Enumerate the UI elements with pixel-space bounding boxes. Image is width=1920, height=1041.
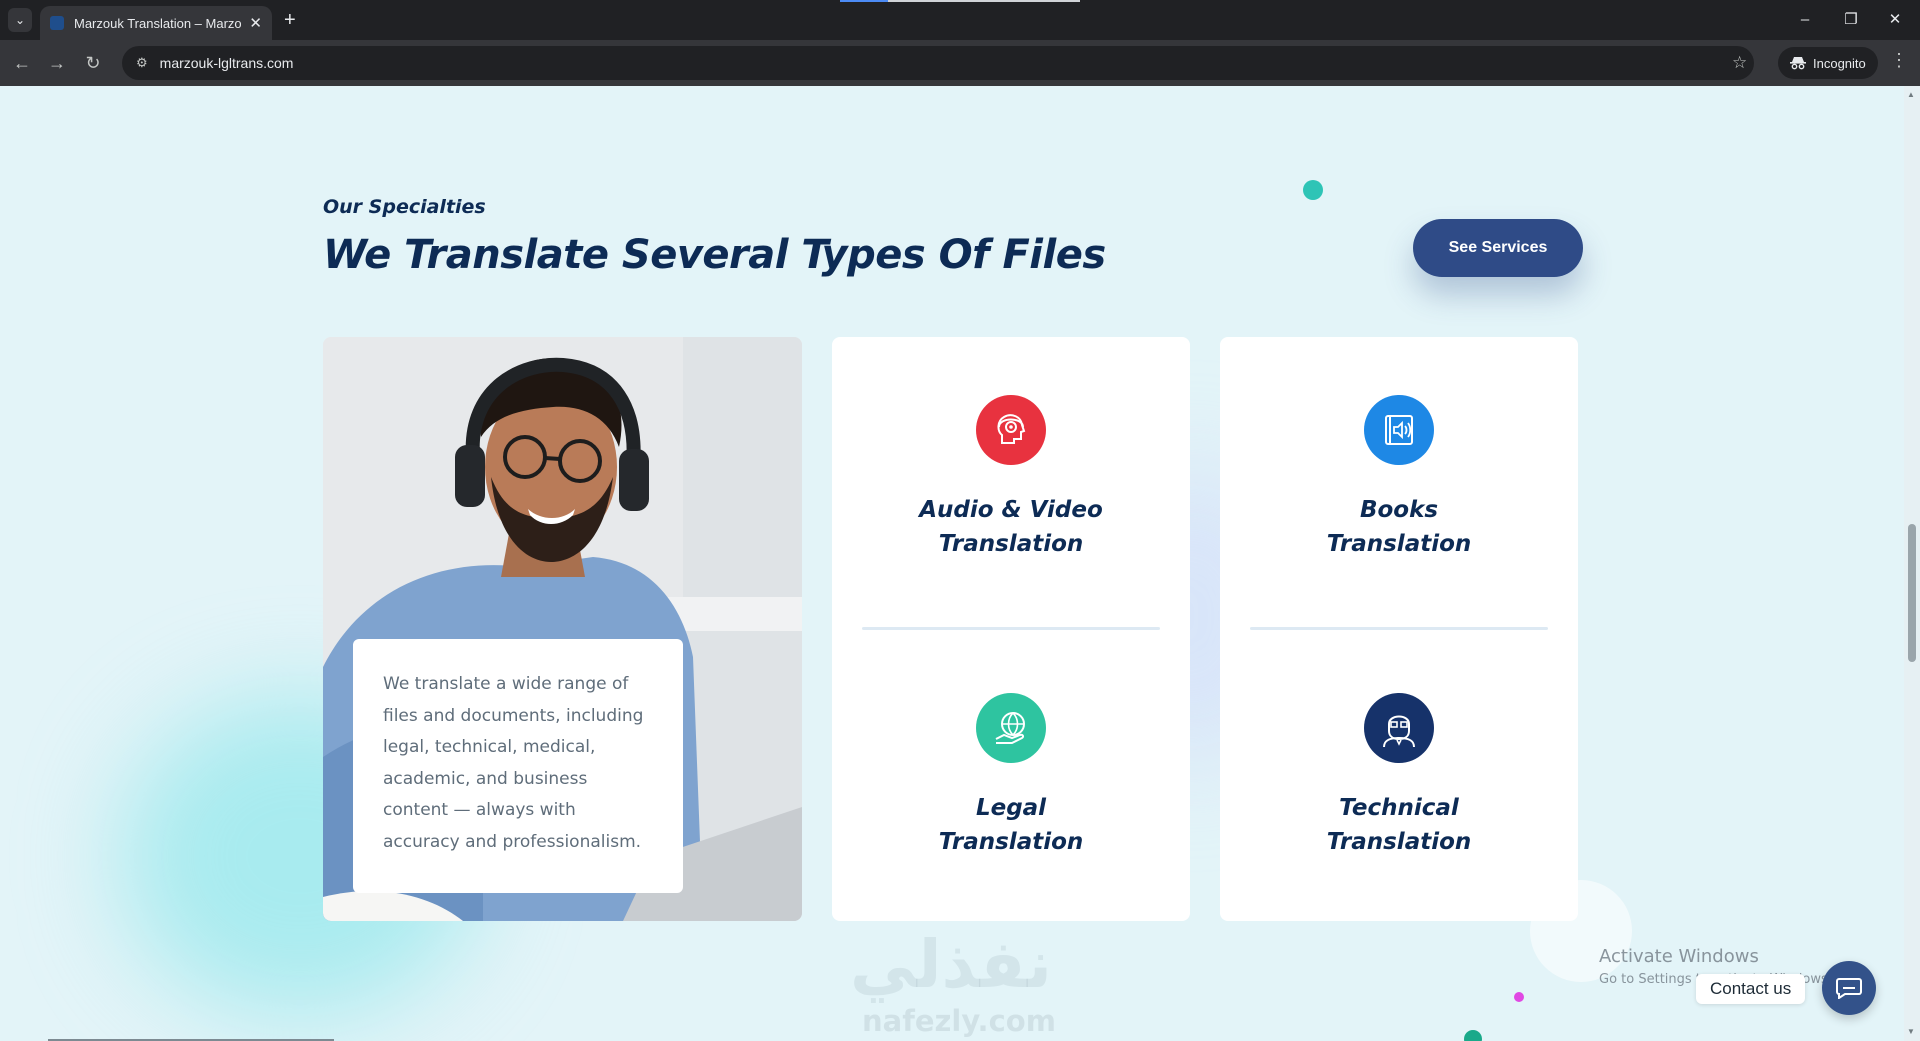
forward-button[interactable]: →	[45, 52, 69, 74]
new-tab-button[interactable]: +	[284, 8, 296, 32]
chat-button[interactable]	[1822, 961, 1876, 1015]
incognito-label: Incognito	[1813, 55, 1866, 71]
chat-bubble-icon	[1836, 978, 1862, 999]
close-tab-icon[interactable]: ✕	[249, 14, 262, 32]
site-watermark-arabic: نفذلي	[850, 926, 1052, 1003]
back-button[interactable]: ←	[10, 52, 34, 74]
description-card: We translate a wide range of files and d…	[353, 639, 683, 893]
active-tab[interactable]: Marzouk Translation – Marzouk ✕	[40, 6, 272, 40]
url-text: marzouk-lgltrans.com	[159, 55, 294, 71]
service-legal[interactable]: Legal Translation	[832, 693, 1190, 859]
decorative-dot	[1514, 992, 1524, 1002]
service-title-line2: Translation	[938, 531, 1084, 557]
description-text: We translate a wide range of files and d…	[383, 674, 644, 852]
chevron-down-icon: ⌄	[14, 13, 26, 27]
translator-photo: We translate a wide range of files and d…	[323, 337, 802, 921]
browser-toolbar: ← → ↻ ⚙ marzouk-lgltrans.com ☆ Incognito…	[0, 40, 1920, 86]
technician-icon	[1364, 693, 1434, 763]
scroll-thumb[interactable]	[1908, 524, 1916, 662]
card-divider	[1250, 627, 1548, 630]
bookmark-star-icon[interactable]: ☆	[1732, 53, 1747, 73]
incognito-badge[interactable]: Incognito	[1778, 47, 1878, 79]
address-bar[interactable]: ⚙ marzouk-lgltrans.com	[122, 46, 1754, 80]
minimize-button[interactable]: –	[1782, 6, 1828, 34]
decorative-dot	[1464, 1030, 1482, 1041]
service-title-line2: Translation	[1326, 531, 1472, 557]
restore-button[interactable]: ❐	[1828, 6, 1874, 34]
headphones-head-icon	[976, 395, 1046, 465]
tab-search-button[interactable]: ⌄	[8, 8, 32, 32]
site-info-icon[interactable]: ⚙	[136, 55, 148, 71]
contact-us-label[interactable]: Contact us	[1696, 974, 1806, 1004]
service-card-left: Audio & Video Translation Legal Translat…	[832, 337, 1190, 921]
service-technical[interactable]: Technical Translation	[1220, 693, 1578, 859]
browser-menu-icon[interactable]: ⋮	[1890, 50, 1908, 71]
decorative-dot	[1303, 180, 1323, 200]
service-title-line1: Books	[1359, 497, 1439, 523]
site-favicon-icon	[50, 16, 64, 30]
close-window-button[interactable]: ✕	[1872, 6, 1918, 34]
tab-title: Marzouk Translation – Marzouk	[74, 15, 242, 31]
incognito-icon	[1790, 57, 1806, 70]
service-title-line1: Audio & Video	[919, 497, 1103, 523]
service-title-line1: Legal	[975, 795, 1047, 821]
service-books[interactable]: Books Translation	[1220, 395, 1578, 561]
service-card-right: Books Translation Technical Translation	[1220, 337, 1578, 921]
service-title-line1: Technical	[1339, 795, 1459, 821]
site-watermark-latin: nafezly.com	[862, 1004, 1056, 1038]
page-scrollbar[interactable]: ▲ ▼	[1904, 86, 1920, 1041]
page-viewport: Our Specialties We Translate Several Typ…	[0, 86, 1904, 1041]
service-title-line2: Translation	[938, 829, 1084, 855]
audiobook-icon	[1364, 395, 1434, 465]
reload-button[interactable]: ↻	[81, 52, 105, 74]
windows-activation-title: Activate Windows	[1599, 946, 1759, 967]
service-audio-video[interactable]: Audio & Video Translation	[832, 395, 1190, 561]
service-title-line2: Translation	[1326, 829, 1472, 855]
section-eyebrow: Our Specialties	[323, 196, 486, 218]
see-services-button[interactable]: See Services	[1413, 219, 1583, 277]
browser-tab-strip: ⌄ Marzouk Translation – Marzouk ✕ + – ❐ …	[0, 0, 1920, 40]
globe-hand-icon	[976, 693, 1046, 763]
card-divider	[862, 627, 1160, 630]
section-title: We Translate Several Types Of Files	[323, 232, 1106, 278]
scroll-up-arrow-icon[interactable]: ▲	[1907, 90, 1915, 99]
loading-indicator	[840, 0, 1080, 2]
scroll-down-arrow-icon[interactable]: ▼	[1907, 1027, 1915, 1036]
